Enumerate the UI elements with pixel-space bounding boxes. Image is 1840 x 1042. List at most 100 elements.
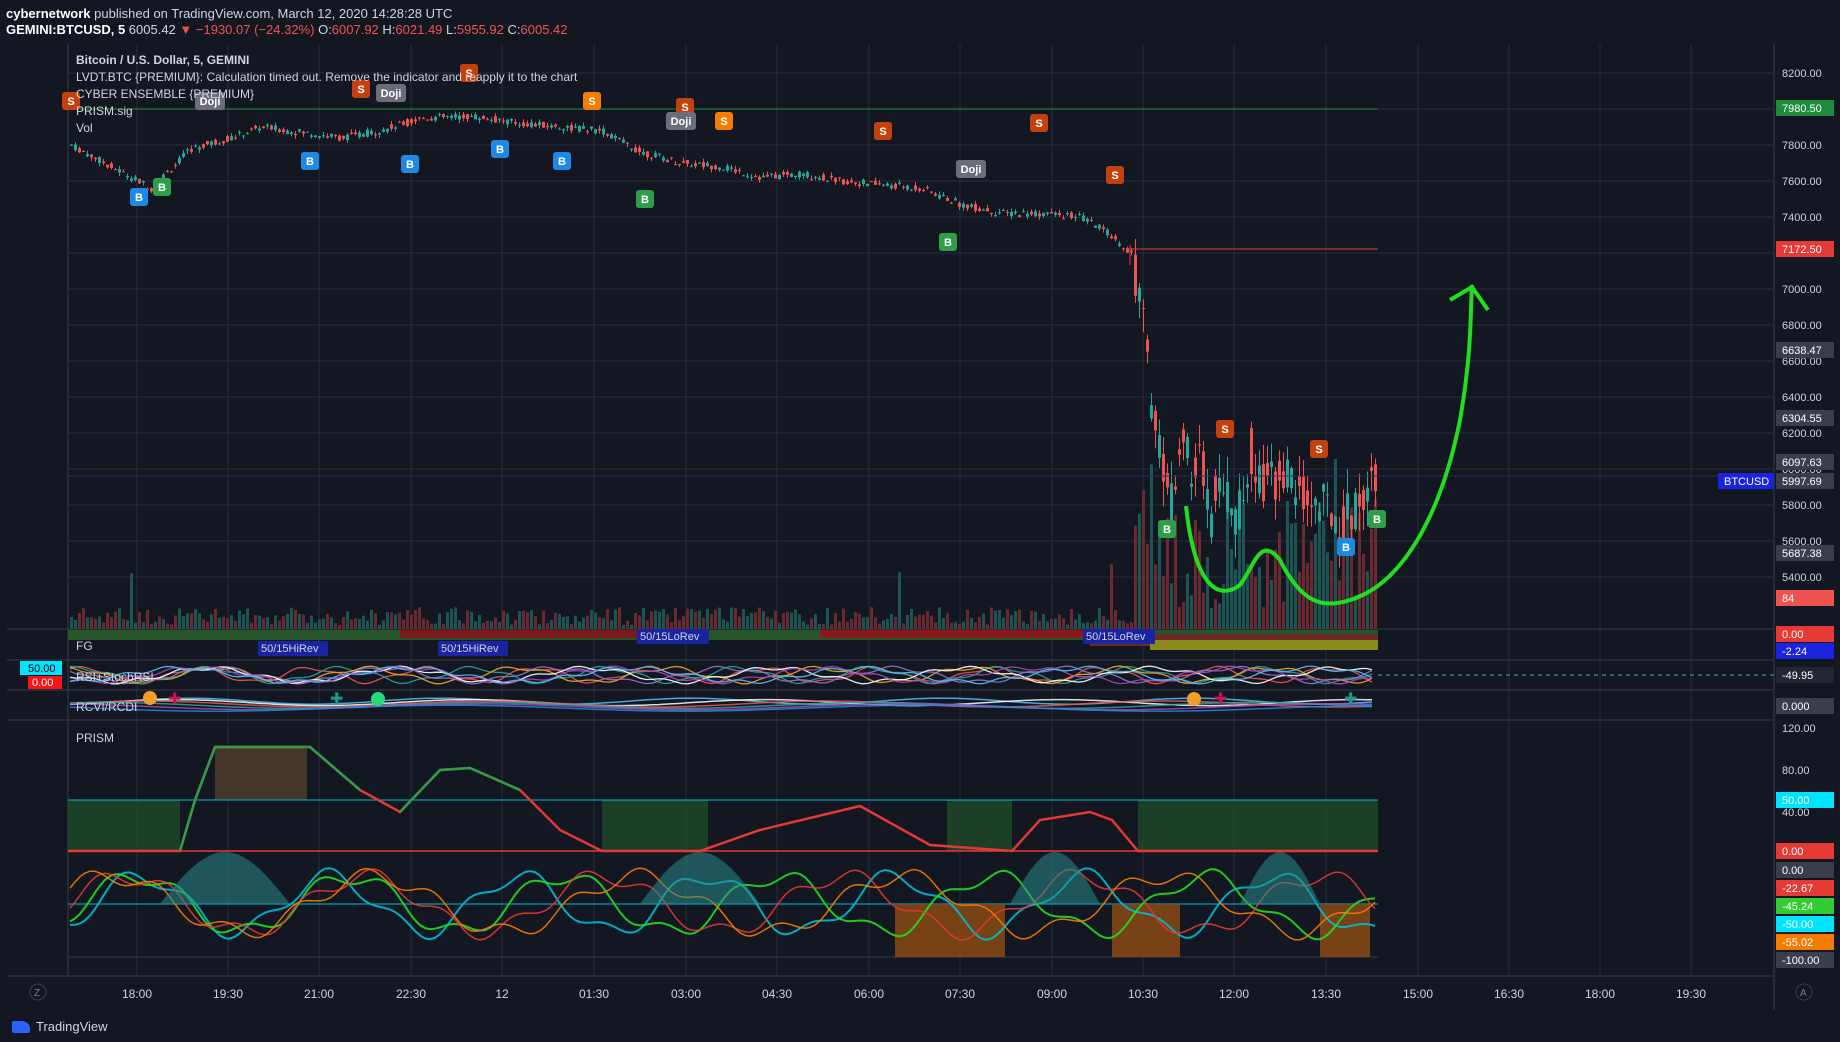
publisher-name[interactable]: cybernetwork [6,6,91,21]
footer: TradingView [0,1012,1840,1042]
indicator-badge-text: -45.24 [1782,901,1813,913]
svg-text:✚: ✚ [1214,691,1227,708]
doji-marker-label: Doji [961,164,982,176]
price-badge-text: 84 [1782,593,1794,605]
price-badge-text: 5687.38 [1782,548,1822,560]
tradingview-cloud-icon [12,1020,30,1033]
buy-marker-label: B [1163,524,1171,536]
buy-marker-label: B [944,237,952,249]
time-tick: 19:30 [1676,987,1706,1001]
last-price: 6005.42 [128,22,176,37]
publish-line: cybernetwork published on TradingView.co… [6,6,452,22]
doji-marker-label: Doji [381,88,402,100]
time-tick: 04:30 [762,987,792,1001]
price-tick: 7800.00 [1782,140,1822,152]
price-badge-text: 6097.63 [1782,457,1822,469]
rsi-left-50: 50.00 [28,663,56,675]
low-value: 5955.92 [456,22,504,37]
legend-prism-sig[interactable]: PRISM.sig [76,104,133,118]
price-badge-text: 6304.55 [1782,413,1822,425]
price-badge-text: 6638.47 [1782,345,1822,357]
chart-header: cybernetwork published on TradingView.co… [0,0,1840,44]
buy-marker-label: B [1342,542,1350,554]
time-tick: 16:30 [1494,987,1524,1001]
buy-marker-label: B [306,156,314,168]
indicator-badge-text: -50.00 [1782,919,1813,931]
rsi-left-0: 0.00 [32,677,53,689]
time-tick: 18:00 [122,987,152,1001]
legend-vol[interactable]: Vol [76,121,93,135]
a-button-label: A [1800,988,1807,999]
indicator-badge-text: -49.95 [1782,670,1813,682]
rsi-label[interactable]: RSI+StochRSI [76,670,154,684]
high-label: H: [382,22,396,37]
time-tick: 06:00 [854,987,884,1001]
time-tick: 21:00 [304,987,334,1001]
sell-marker-label: S [720,116,727,128]
time-tick: 19:30 [213,987,243,1001]
svg-text:✚: ✚ [330,691,343,708]
indicator-badge-text: -22.67 [1782,883,1813,895]
z-button-label: Z [34,988,40,999]
fg-label-3: 50/15LoRev [640,631,700,643]
time-tick: 01:30 [579,987,609,1001]
publish-info: published on TradingView.com, March 12, … [94,6,453,21]
price-tick: 6800.00 [1782,320,1822,332]
open-label: O: [318,22,332,37]
chart-canvas[interactable]: SSSS SSSSSSSBBB BBBBBBBBDojiDojiDojiDoji B… [0,44,1840,1012]
symbol-tag-text: BTCUSD [1724,476,1769,488]
sell-marker-label: S [1035,118,1042,130]
buy-marker-label: B [1373,514,1381,526]
legend-cyber[interactable]: CYBER ENSEMBLE {PREMIUM} [76,87,254,101]
price-tick: 7400.00 [1782,212,1822,224]
indicator-badge-text: -2.24 [1782,646,1807,658]
fg-label[interactable]: FG [76,639,93,653]
prism-tick: 40.00 [1782,807,1810,819]
legend-lvdt[interactable]: LVDT.BTC {PREMIUM}: Calculation timed ou… [76,70,578,84]
price-tick: 7600.00 [1782,176,1822,188]
close-label: C: [507,22,521,37]
indicator-badge-text: 50.00 [1782,795,1810,807]
sell-marker-label: S [357,84,364,96]
fg-label-2: 50/15HiRev [441,643,499,655]
prism-tick: 120.00 [1782,723,1816,735]
price-badge-text: 7980.50 [1782,103,1822,115]
indicator-badge-text: 0.000 [1782,701,1810,713]
prism-label[interactable]: PRISM [76,731,114,745]
rcvi-label[interactable]: RCVI/RCDI [76,700,137,714]
high-value: 6021.49 [395,22,443,37]
price-change: ▼ −1930.07 (−24.32%) [179,22,315,37]
fg-label-4: 50/15LoRev [1086,631,1146,643]
buy-marker-label: B [135,192,143,204]
time-tick: 22:30 [396,987,426,1001]
open-value: 6007.92 [331,22,379,37]
time-tick: 12 [495,987,509,1001]
sell-marker-label: S [588,96,595,108]
svg-text:✚: ✚ [1344,691,1357,708]
prism-tick: 80.00 [1782,765,1810,777]
time-tick: 15:00 [1403,987,1433,1001]
doji-marker-label: Doji [671,116,692,128]
price-tick: 5800.00 [1782,500,1822,512]
sell-marker-label: S [67,96,74,108]
low-label: L: [446,22,457,37]
svg-text:✚: ✚ [168,691,181,708]
indicator-badge-text: 0.00 [1782,846,1803,858]
price-tick: 6200.00 [1782,428,1822,440]
buy-marker-label: B [641,194,649,206]
buy-marker-label: B [406,159,414,171]
legend-title[interactable]: Bitcoin / U.S. Dollar, 5, GEMINI [76,53,249,67]
sell-marker-label: S [1221,424,1228,436]
buy-marker-label: B [558,156,566,168]
close-value: 6005.42 [520,22,568,37]
time-tick: 13:30 [1311,987,1341,1001]
time-tick: 18:00 [1585,987,1615,1001]
price-badge-text: 5997.69 [1782,476,1822,488]
price-tick: 8200.00 [1782,68,1822,80]
tradingview-logo[interactable]: TradingView [12,1019,108,1034]
ohlc-line: GEMINI:BTCUSD, 5 6005.42 ▼ −1930.07 (−24… [6,22,568,38]
buy-marker-label: B [158,182,166,194]
price-badge-text: 7172.50 [1782,244,1822,256]
tradingview-brand: TradingView [36,1019,108,1034]
indicator-badge-text: -55.02 [1782,937,1813,949]
